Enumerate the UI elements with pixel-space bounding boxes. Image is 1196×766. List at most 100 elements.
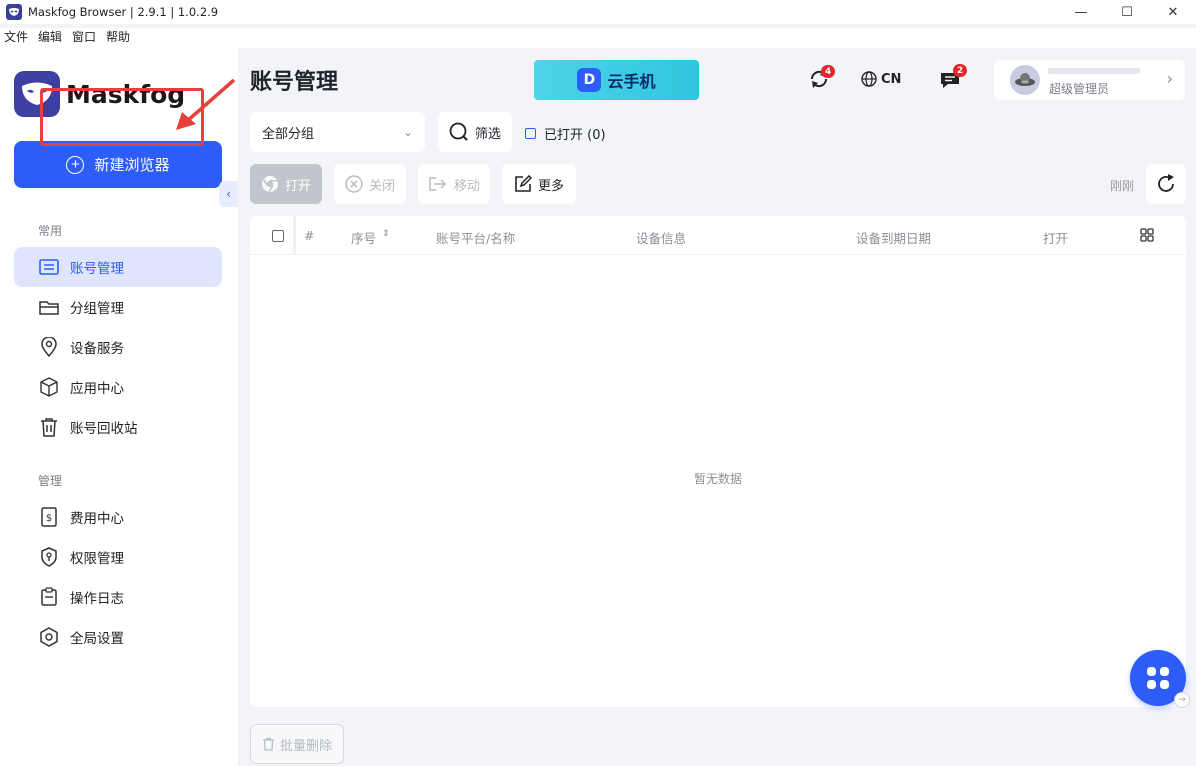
sidebar-item-label: 费用中心 bbox=[70, 511, 124, 527]
column-index: # bbox=[304, 228, 315, 243]
sidebar-item-accounts[interactable]: 账号管理 bbox=[14, 247, 222, 287]
more-label: 更多 bbox=[537, 178, 564, 194]
sidebar-item-recycle-bin[interactable]: 账号回收站 bbox=[14, 407, 222, 447]
opened-only-label: 已打开 (0) bbox=[544, 128, 606, 143]
bulk-delete-button[interactable]: 批量删除 bbox=[250, 724, 344, 764]
sidebar-item-label: 账号回收站 bbox=[70, 421, 138, 437]
open-label: 打开 bbox=[284, 178, 311, 194]
message-badge: 2 bbox=[953, 64, 967, 77]
sidebar-item-label: 操作日志 bbox=[70, 591, 124, 607]
shield-key-icon bbox=[38, 546, 60, 568]
close-label: 关闭 bbox=[368, 178, 395, 194]
maximize-button[interactable]: ☐ bbox=[1104, 0, 1150, 24]
minimize-button[interactable]: — bbox=[1058, 0, 1104, 24]
expand-arrow-icon[interactable]: → bbox=[1174, 692, 1190, 708]
more-button[interactable]: 更多 bbox=[502, 164, 576, 204]
sidebar-item-apps[interactable]: 应用中心 bbox=[14, 367, 222, 407]
svg-text:$: $ bbox=[46, 513, 52, 524]
banner-label: 云手机 bbox=[607, 72, 656, 91]
folder-icon bbox=[38, 296, 60, 318]
mask-logo-icon bbox=[14, 71, 60, 117]
sidebar-item-label: 应用中心 bbox=[70, 381, 124, 397]
sidebar-item-settings[interactable]: 全局设置 bbox=[14, 617, 222, 657]
trash-icon bbox=[38, 416, 60, 438]
column-platform-name: 账号平台/名称 bbox=[436, 231, 516, 246]
sidebar-item-label: 设备服务 bbox=[70, 341, 124, 357]
language-label: CN bbox=[881, 71, 902, 87]
user-role: 超级管理员 bbox=[1049, 82, 1110, 96]
bulk-delete-label: 批量删除 bbox=[279, 738, 332, 754]
apps-grid-icon bbox=[1147, 667, 1169, 689]
last-refresh-time: 刚刚 bbox=[1110, 179, 1135, 193]
sidebar-item-logs[interactable]: 操作日志 bbox=[14, 577, 222, 617]
new-browser-button[interactable]: + 新建浏览器 bbox=[14, 141, 222, 188]
move-button[interactable]: 移动 bbox=[418, 164, 490, 204]
chrome-icon bbox=[261, 176, 278, 193]
chevron-down-icon: ⌄ bbox=[402, 125, 413, 139]
menu-file[interactable]: 文件 bbox=[4, 28, 28, 48]
sidebar-item-permissions[interactable]: 权限管理 bbox=[14, 537, 222, 577]
window-title: Maskfog Browser | 2.9.1 | 1.0.2.9 bbox=[28, 5, 219, 19]
trash-icon bbox=[262, 737, 274, 751]
section-common: 常用 bbox=[38, 224, 63, 238]
logo: Maskfog bbox=[14, 71, 185, 117]
column-settings-icon[interactable] bbox=[1140, 228, 1154, 245]
open-button[interactable]: 打开 bbox=[250, 164, 322, 204]
refresh-icon bbox=[1158, 174, 1174, 192]
chevron-right-icon: › bbox=[1166, 69, 1173, 88]
section-manage: 管理 bbox=[38, 474, 63, 488]
billing-icon: $ bbox=[38, 506, 60, 528]
location-pin-icon bbox=[38, 336, 60, 358]
column-expiry-date: 设备到期日期 bbox=[856, 231, 932, 246]
accounts-table: # 序号 ⇕ 账号平台/名称 设备信息 设备到期日期 打开 暂无数据 bbox=[250, 216, 1186, 707]
opened-only-checkbox[interactable]: 已打开 (0) bbox=[525, 124, 606, 143]
search-icon bbox=[449, 122, 468, 141]
user-menu[interactable]: 超级管理员 › bbox=[994, 60, 1185, 100]
checkbox-box bbox=[525, 128, 536, 139]
settings-icon bbox=[38, 626, 60, 648]
menu-bar: 文件 编辑 窗口 帮助 bbox=[0, 28, 1196, 48]
filter-button[interactable]: 筛选 bbox=[438, 112, 512, 152]
sidebar-item-devices[interactable]: 设备服务 bbox=[14, 327, 222, 367]
collapse-sidebar-icon[interactable]: ‹ bbox=[219, 181, 238, 207]
avatar bbox=[1010, 65, 1040, 95]
group-select-value: 全部分组 bbox=[262, 126, 315, 142]
clipboard-icon bbox=[38, 586, 60, 608]
column-serial[interactable]: 序号 bbox=[351, 228, 376, 247]
menu-window[interactable]: 窗口 bbox=[72, 28, 96, 48]
cloud-phone-logo-icon: D bbox=[577, 68, 602, 92]
close-circle-icon bbox=[345, 175, 363, 193]
close-window-button[interactable]: ✕ bbox=[1150, 0, 1196, 24]
select-all-checkbox[interactable] bbox=[272, 230, 284, 242]
edit-icon bbox=[515, 175, 532, 192]
sidebar-item-label: 账号管理 bbox=[70, 261, 124, 277]
column-open: 打开 bbox=[1043, 231, 1069, 246]
sidebar: Maskfog + 新建浏览器 ‹ 常用 账号管理 分组管理 设备服务 应用中心… bbox=[0, 48, 238, 766]
move-label: 移动 bbox=[453, 178, 480, 194]
sort-icon[interactable]: ⇕ bbox=[382, 229, 390, 239]
menu-edit[interactable]: 编辑 bbox=[38, 28, 62, 48]
language-switch[interactable]: CN bbox=[861, 71, 901, 87]
title-bar: Maskfog Browser | 2.9.1 | 1.0.2.9 — ☐ ✕ bbox=[0, 0, 1196, 24]
app-icon bbox=[6, 4, 22, 20]
refresh-button[interactable] bbox=[1146, 164, 1186, 204]
empty-state: 暂无数据 bbox=[693, 472, 742, 486]
sidebar-item-billing[interactable]: $ 费用中心 bbox=[14, 497, 222, 537]
move-icon bbox=[429, 177, 447, 191]
annotation-arrow-icon bbox=[176, 78, 236, 130]
group-select[interactable]: 全部分组 ⌄ bbox=[250, 112, 425, 152]
close-button[interactable]: 关闭 bbox=[334, 164, 406, 204]
account-list-icon bbox=[38, 256, 60, 278]
sidebar-item-label: 全局设置 bbox=[70, 631, 124, 647]
column-divider bbox=[293, 216, 296, 255]
cube-icon bbox=[38, 376, 60, 398]
filter-label: 筛选 bbox=[474, 126, 501, 142]
sidebar-item-label: 权限管理 bbox=[70, 551, 124, 567]
menu-help[interactable]: 帮助 bbox=[106, 28, 130, 48]
column-device-info: 设备信息 bbox=[636, 231, 687, 246]
globe-icon bbox=[861, 71, 877, 87]
user-name-redacted bbox=[1048, 68, 1140, 74]
sidebar-item-groups[interactable]: 分组管理 bbox=[14, 287, 222, 327]
cloud-phone-banner[interactable]: D 云手机 bbox=[534, 60, 699, 100]
brand-name: Maskfog bbox=[66, 79, 186, 109]
